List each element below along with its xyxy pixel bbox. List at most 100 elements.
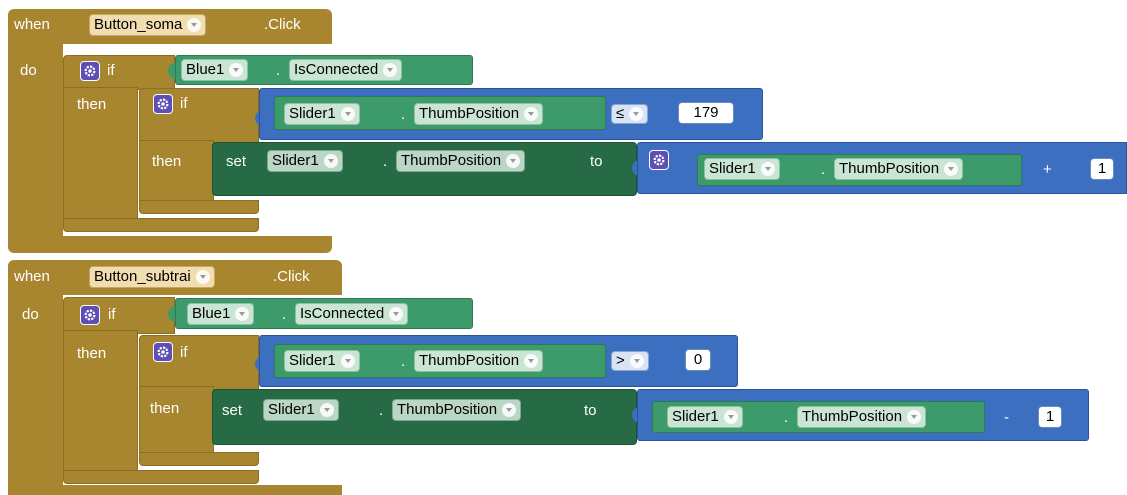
thumbposition-dropdown[interactable]: ThumbPosition [797, 406, 927, 428]
component-name: Slider1 [272, 152, 319, 169]
number-input[interactable]: 1 [1090, 158, 1114, 180]
component-name: Slider1 [672, 408, 719, 425]
dot-separator: . [784, 409, 789, 426]
then-keyword: then [77, 345, 107, 362]
button-name: Button_subtrai [94, 268, 191, 285]
chevron-down-icon[interactable] [229, 63, 244, 77]
gear-icon[interactable] [80, 61, 100, 81]
slider1-dropdown[interactable]: Slider1 [667, 406, 743, 428]
then-keyword: then [77, 96, 107, 113]
isconnected-dropdown[interactable]: IsConnected [289, 59, 403, 81]
blue1-dropdown[interactable]: Blue1 [181, 59, 249, 81]
event-footer [8, 236, 332, 253]
slider1-dropdown[interactable]: Slider1 [284, 103, 360, 125]
chevron-down-icon[interactable] [723, 410, 738, 424]
dot-separator: . [282, 306, 287, 323]
dot-separator: . [379, 402, 384, 419]
inner-if-footer [139, 452, 259, 466]
property-name: ThumbPosition [397, 401, 498, 418]
chevron-down-icon[interactable] [389, 307, 404, 321]
number-input[interactable]: 0 [685, 349, 711, 371]
chevron-down-icon[interactable] [760, 162, 775, 176]
component-name: Slider1 [289, 352, 336, 369]
chevron-down-icon[interactable] [383, 63, 398, 77]
dot-separator: . [401, 106, 406, 123]
if-keyword: if [108, 306, 116, 323]
property-name: ThumbPosition [401, 152, 502, 169]
gear-icon[interactable] [80, 305, 100, 325]
then-keyword: then [150, 400, 180, 417]
if-block-footer [63, 218, 259, 232]
when-keyword: when [14, 268, 50, 285]
property-name: ThumbPosition [839, 160, 940, 177]
inner-if-footer [139, 200, 259, 214]
slider1-dropdown[interactable]: Slider1 [267, 150, 343, 172]
gear-icon[interactable] [649, 150, 669, 170]
if-keyword: if [180, 95, 188, 112]
number-input[interactable]: 179 [678, 102, 734, 124]
component-name: Blue1 [192, 305, 231, 322]
thumbposition-dropdown[interactable]: ThumbPosition [834, 158, 964, 180]
chevron-down-icon[interactable] [524, 107, 539, 121]
if-block-footer [63, 470, 259, 484]
if-keyword: if [180, 344, 188, 361]
chevron-down-icon[interactable] [944, 162, 959, 176]
then-keyword: then [152, 153, 182, 170]
dot-separator: . [401, 353, 406, 370]
chevron-down-icon[interactable] [524, 354, 539, 368]
slider1-dropdown[interactable]: Slider1 [263, 399, 339, 421]
button-soma-dropdown[interactable]: Button_soma [89, 14, 207, 36]
inner-if-body [139, 140, 214, 203]
chevron-down-icon[interactable] [629, 354, 644, 368]
property-name: IsConnected [294, 61, 379, 78]
chevron-down-icon[interactable] [340, 354, 355, 368]
component-name: Slider1 [709, 160, 756, 177]
math-operator: - [1004, 409, 1009, 426]
isconnected-dropdown[interactable]: IsConnected [295, 303, 409, 325]
property-name: ThumbPosition [802, 408, 903, 425]
compare-operator-dropdown[interactable]: ≤ [611, 104, 649, 124]
number-input[interactable]: 1 [1038, 406, 1062, 428]
operator-symbol: ≤ [616, 105, 625, 122]
set-keyword: set [222, 402, 243, 419]
chevron-down-icon[interactable] [907, 410, 922, 424]
set-keyword: set [226, 153, 247, 170]
dot-separator: . [383, 153, 388, 170]
gear-icon[interactable] [153, 342, 173, 362]
operator-symbol: > [616, 352, 625, 369]
chevron-down-icon[interactable] [195, 270, 210, 284]
button-subtrai-dropdown[interactable]: Button_subtrai [89, 266, 215, 288]
compare-operator-dropdown[interactable]: > [611, 351, 649, 371]
dot-separator: . [821, 161, 826, 178]
chevron-down-icon[interactable] [502, 403, 517, 417]
component-name: Slider1 [268, 401, 315, 418]
chevron-down-icon[interactable] [187, 18, 202, 32]
slider1-dropdown[interactable]: Slider1 [704, 158, 780, 180]
chevron-down-icon[interactable] [323, 154, 338, 168]
thumbposition-dropdown[interactable]: ThumbPosition [392, 399, 522, 421]
gear-icon[interactable] [153, 94, 173, 114]
slider1-dropdown[interactable]: Slider1 [284, 350, 360, 372]
thumbposition-dropdown[interactable]: ThumbPosition [396, 150, 526, 172]
do-keyword: do [20, 62, 37, 79]
blue1-dropdown[interactable]: Blue1 [187, 303, 255, 325]
chevron-down-icon[interactable] [506, 154, 521, 168]
inner-if-body [139, 386, 214, 456]
property-name: ThumbPosition [419, 352, 520, 369]
property-name: ThumbPosition [419, 105, 520, 122]
chevron-down-icon[interactable] [319, 403, 334, 417]
math-operator: + [1043, 161, 1052, 178]
thumbposition-dropdown[interactable]: ThumbPosition [414, 350, 544, 372]
thumbposition-dropdown[interactable]: ThumbPosition [414, 103, 544, 125]
chevron-down-icon[interactable] [629, 107, 644, 121]
click-event-label: .Click [264, 16, 301, 33]
component-name: Slider1 [289, 105, 336, 122]
component-name: Blue1 [186, 61, 225, 78]
to-keyword: to [590, 153, 603, 170]
when-keyword: when [14, 16, 50, 33]
chevron-down-icon[interactable] [340, 107, 355, 121]
chevron-down-icon[interactable] [235, 307, 250, 321]
event-footer [8, 485, 342, 495]
to-keyword: to [584, 402, 597, 419]
if-keyword: if [107, 62, 115, 79]
